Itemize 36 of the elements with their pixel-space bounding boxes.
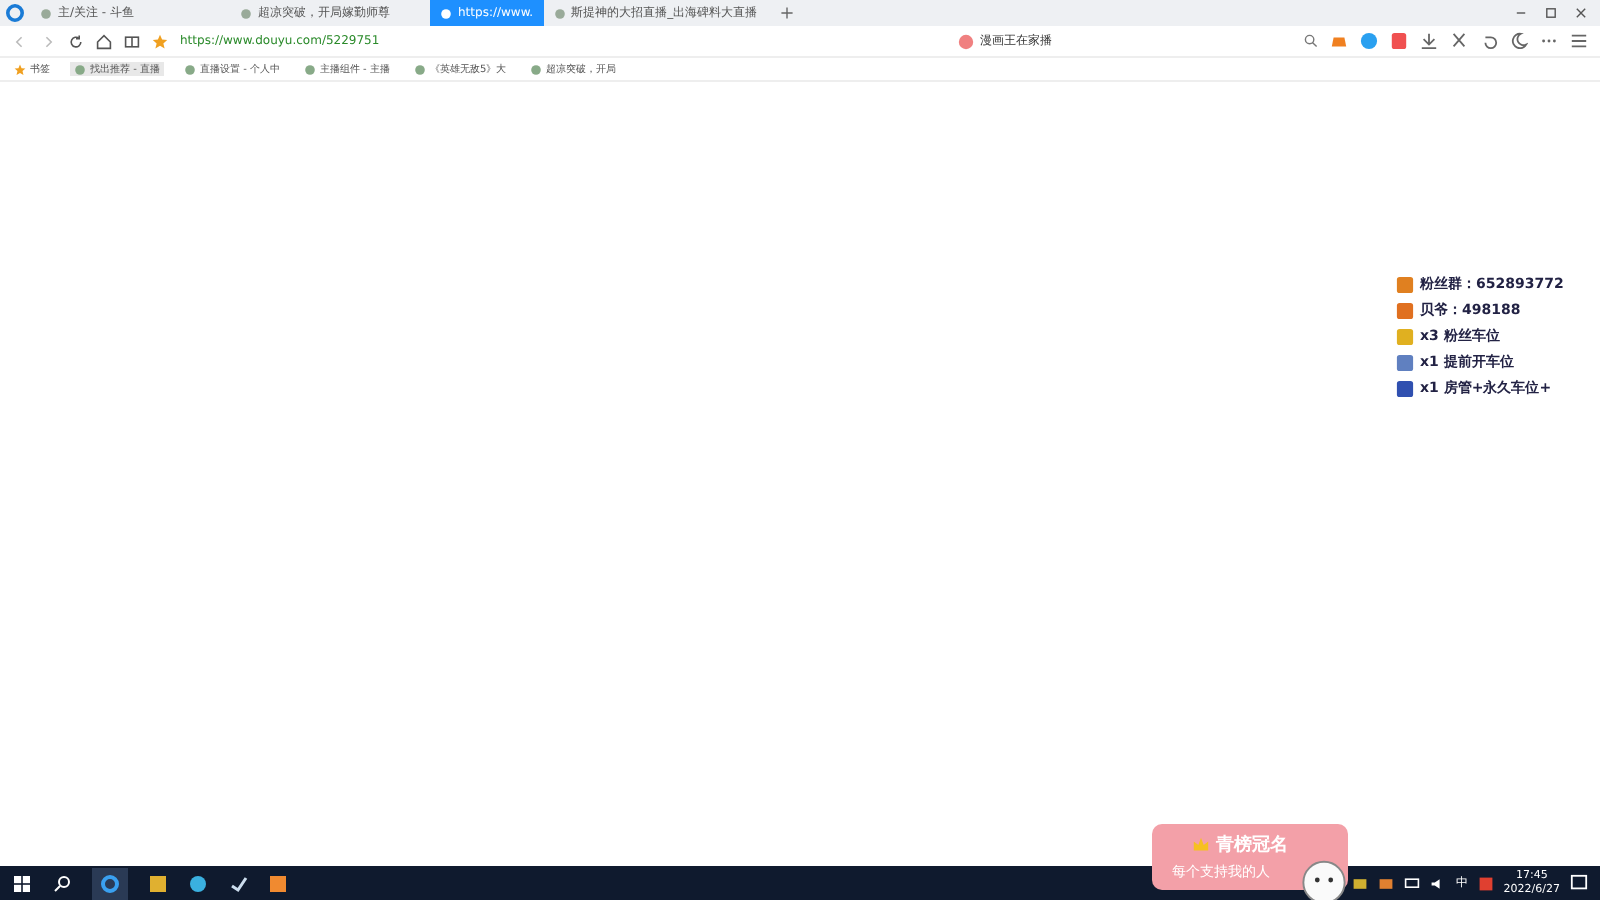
- speaker-icon[interactable]: [1429, 875, 1446, 891]
- page-icon: [413, 63, 426, 75]
- page-icon: [530, 63, 543, 75]
- star-icon: [14, 63, 26, 75]
- download-icon[interactable]: [1420, 32, 1438, 50]
- reader-icon[interactable]: [124, 33, 140, 49]
- page-icon: [183, 63, 196, 75]
- menu-icon[interactable]: [1570, 32, 1588, 50]
- home-icon[interactable]: [96, 33, 112, 49]
- windows-start-icon[interactable]: [12, 873, 32, 893]
- browser-logo-icon: [6, 4, 24, 22]
- reload-icon[interactable]: [68, 33, 84, 49]
- page-icon: [440, 7, 452, 19]
- page-icon: [240, 7, 252, 19]
- tray-icon[interactable]: [1477, 875, 1494, 891]
- minimize-icon[interactable]: [1514, 6, 1528, 20]
- cartoon-mascot-drawing: [1300, 856, 1348, 900]
- page-icon: [553, 7, 566, 19]
- page-icon: [303, 63, 316, 75]
- star-icon[interactable]: [152, 33, 168, 49]
- moon-icon[interactable]: [1510, 32, 1528, 50]
- close-icon[interactable]: [1574, 6, 1588, 20]
- app-icon[interactable]: [1390, 32, 1408, 50]
- restore-icon[interactable]: [1544, 6, 1558, 20]
- new-tab-icon[interactable]: [779, 6, 794, 20]
- search-engine-icon: [958, 33, 974, 49]
- app-taskbar-icon[interactable]: [148, 873, 168, 893]
- notification-icon[interactable]: [1570, 874, 1588, 892]
- page-icon: [74, 63, 86, 75]
- search-icon[interactable]: [52, 873, 72, 893]
- browser-taskbar-icon[interactable]: [92, 867, 128, 899]
- page-icon: [40, 7, 52, 19]
- app-taskbar-icon[interactable]: [268, 873, 288, 893]
- crown-icon: [1192, 836, 1210, 854]
- undo-icon[interactable]: [1480, 32, 1498, 50]
- banner-title: 青榜冠名: [1216, 832, 1288, 858]
